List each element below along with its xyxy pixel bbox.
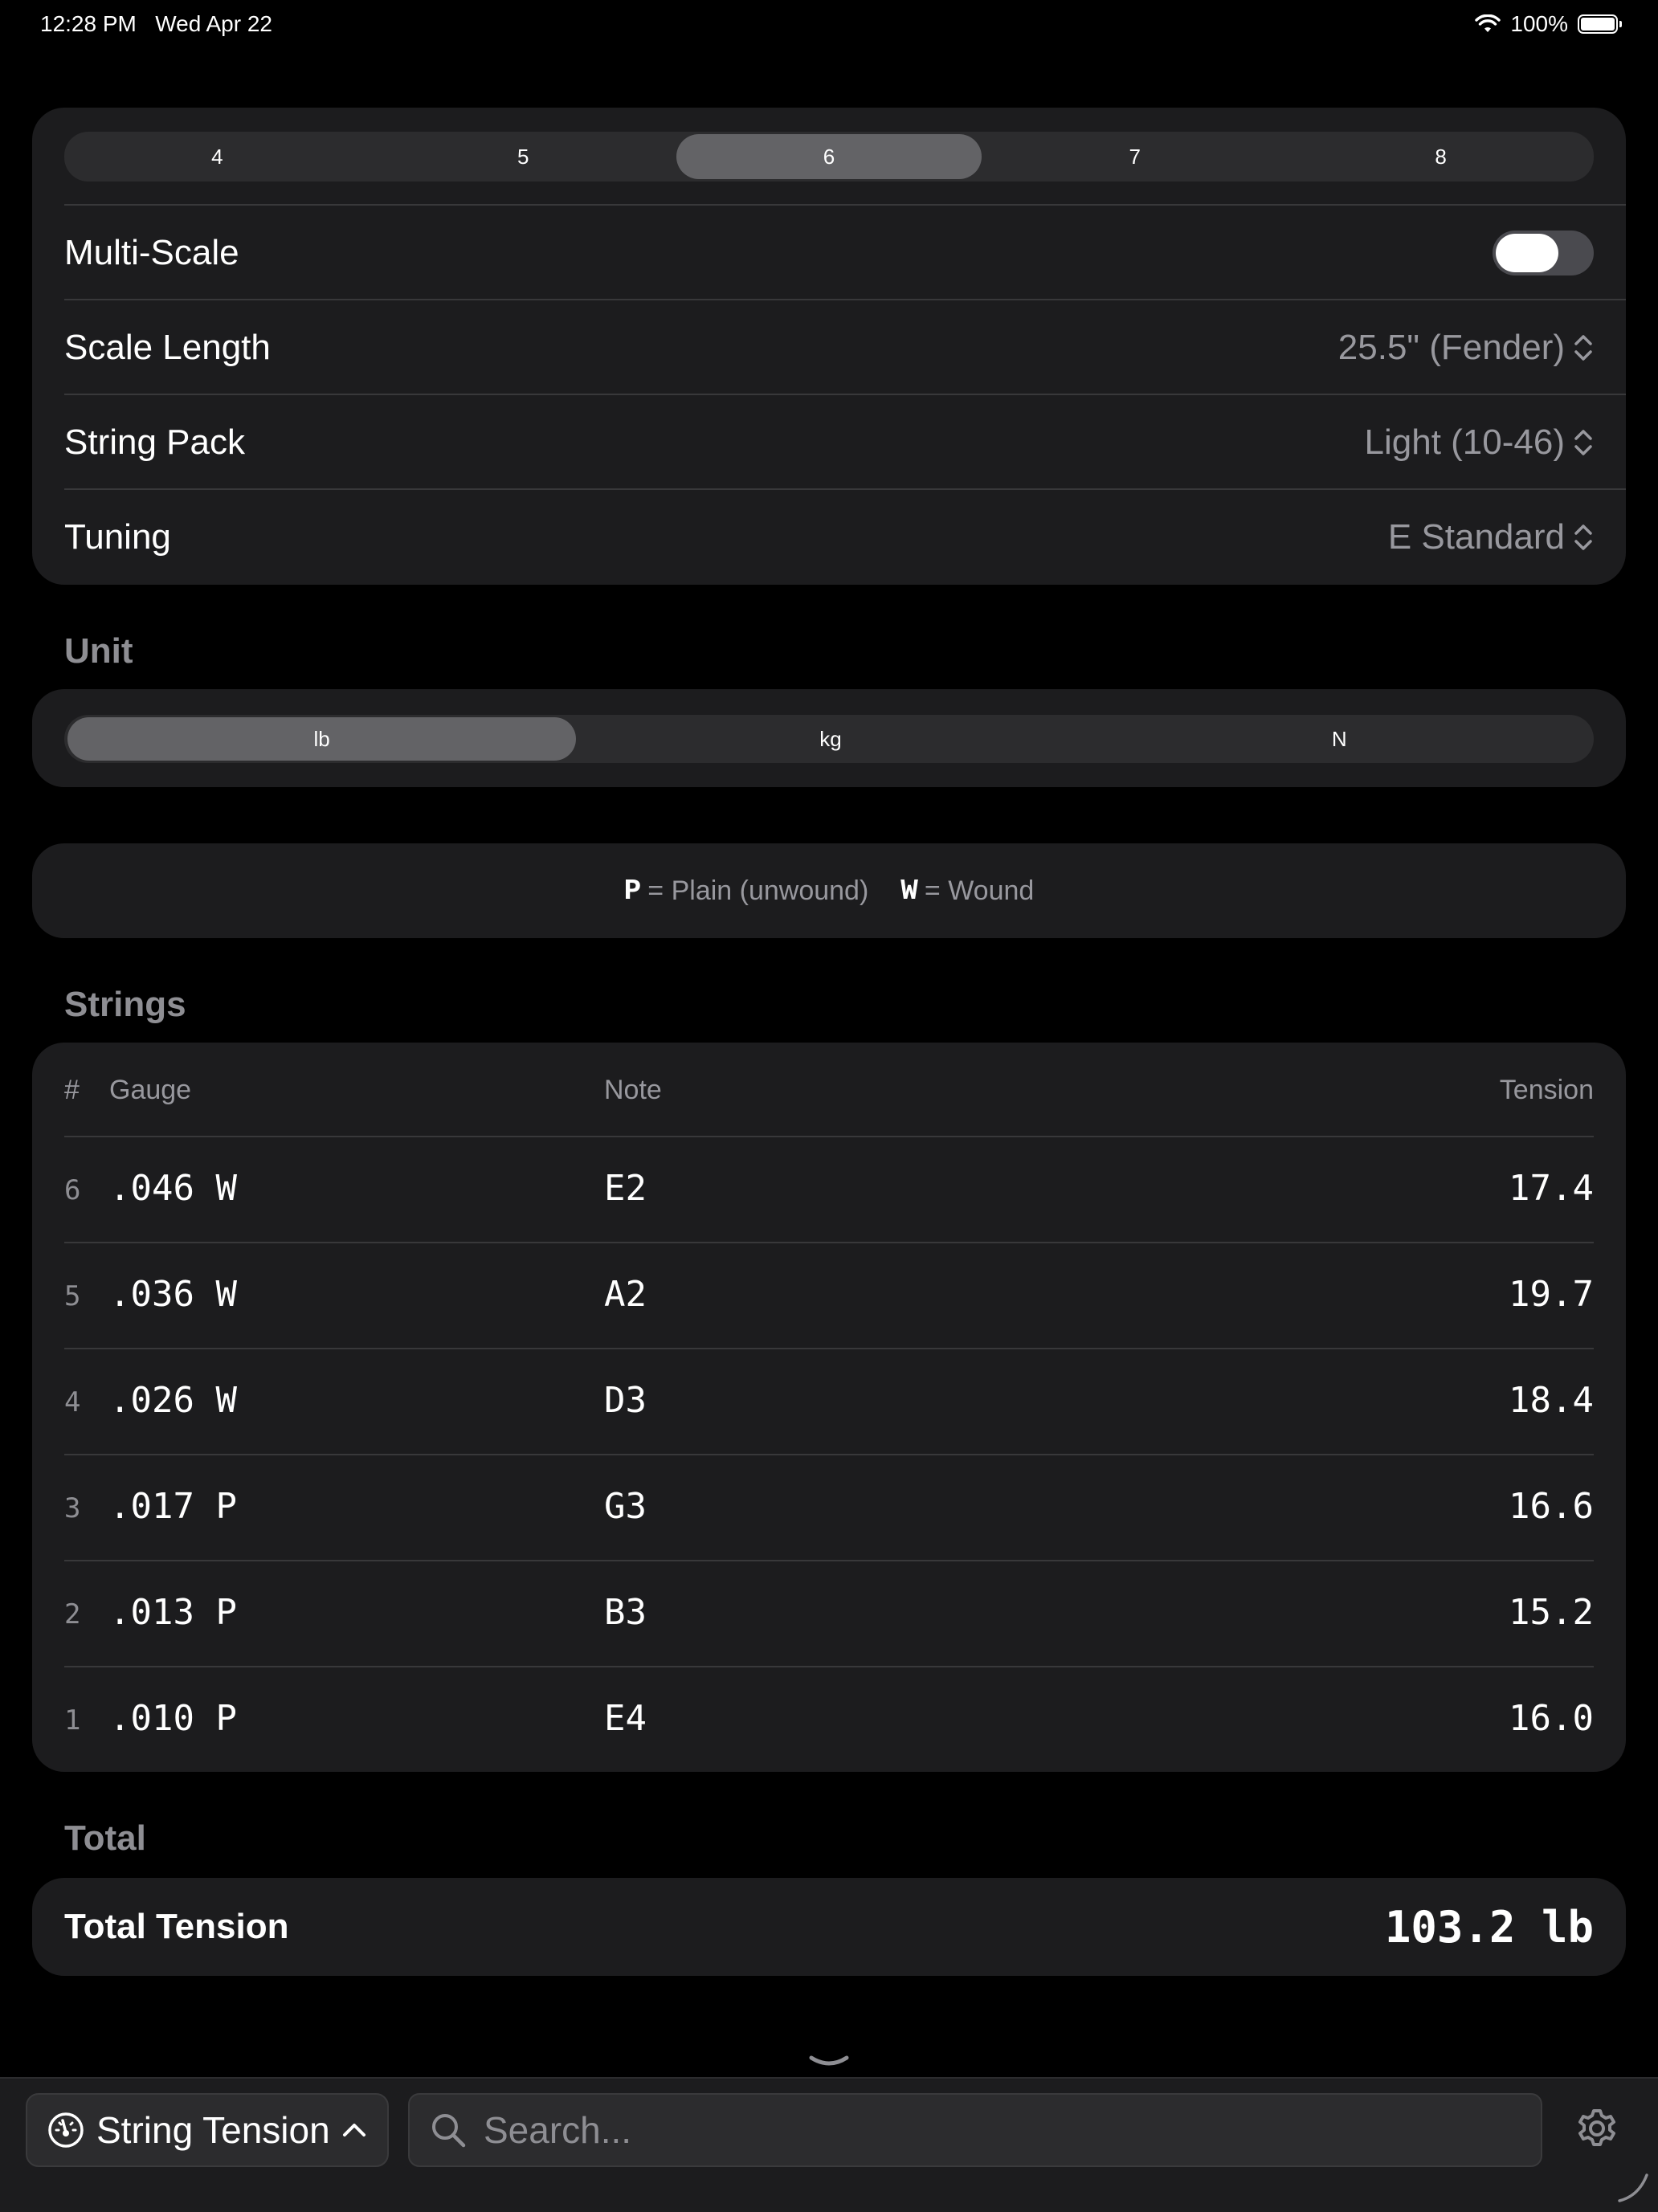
search-icon: [432, 2114, 466, 2148]
table-row[interactable]: 1 .010 P E4 16.0: [64, 1667, 1594, 1773]
legend-card: P = Plain (unwound) W = Wound: [32, 843, 1626, 938]
string-note: D3: [604, 1380, 647, 1421]
total-value: 103.2 lb: [1384, 1901, 1594, 1953]
multiscale-label: Multi-Scale: [64, 233, 239, 272]
string-count-option-6[interactable]: 6: [676, 134, 982, 179]
column-header-note: Note: [604, 1075, 662, 1105]
string-tension: 17.4: [1509, 1168, 1594, 1209]
string-number: 2: [64, 1598, 81, 1630]
column-header-gauge: Gauge: [109, 1075, 192, 1105]
status-time: 12:28 PM Wed Apr 22: [40, 11, 272, 37]
plain-text: = Plain (unwound): [647, 875, 869, 906]
total-card: Total Tension 103.2 lb: [32, 1878, 1626, 1976]
string-note: E2: [604, 1168, 647, 1209]
string-number: 3: [64, 1492, 81, 1524]
date: Wed Apr 22: [155, 11, 272, 36]
string-count-option-5[interactable]: 5: [370, 132, 676, 182]
chevron-up-icon: [342, 2124, 365, 2136]
table-row[interactable]: 4 .026 W D3 18.4: [64, 1349, 1594, 1455]
toggle-knob: [1496, 234, 1558, 272]
plain-key: P: [623, 874, 642, 908]
tuning-row[interactable]: Tuning E Standard: [64, 490, 1594, 585]
string-gauge: .046 W: [109, 1168, 237, 1209]
strings-card: # Gauge Note Tension 6 .046 W E2 17.4 5 …: [32, 1043, 1626, 1772]
tuning-label: Tuning: [64, 517, 171, 557]
unit-option-lb[interactable]: lb: [67, 717, 577, 761]
battery-icon: [1578, 14, 1622, 34]
clock: 12:28 PM: [40, 11, 137, 36]
string-pack-label: String Pack: [64, 422, 245, 462]
string-number: 6: [64, 1174, 81, 1206]
string-gauge: .010 P: [109, 1698, 237, 1739]
table-row[interactable]: 6 .046 W E2 17.4: [64, 1137, 1594, 1243]
total-row: Total Tension 103.2 lb: [64, 1879, 1594, 1974]
search-field[interactable]: [408, 2093, 1542, 2167]
tuning-value: E Standard: [1387, 517, 1565, 557]
legend: P = Plain (unwound) W = Wound: [32, 843, 1626, 938]
unit-header: Unit: [64, 631, 133, 671]
string-number: 1: [64, 1704, 81, 1737]
resize-handle-icon[interactable]: [1615, 2169, 1650, 2204]
string-tension: 18.4: [1509, 1380, 1594, 1421]
tool-label: String Tension: [96, 2109, 330, 2151]
table-row[interactable]: 2 .013 P B3 15.2: [64, 1561, 1594, 1667]
string-count-option-8[interactable]: 8: [1288, 132, 1594, 182]
gauge-icon: [48, 2112, 84, 2148]
string-note: A2: [604, 1274, 647, 1315]
string-gauge: .036 W: [109, 1274, 237, 1315]
total-label: Total Tension: [64, 1907, 289, 1946]
unit-card: lb kg N: [32, 689, 1626, 787]
strings-header: Strings: [64, 985, 186, 1024]
string-pack-value: Light (10-46): [1364, 422, 1565, 462]
string-count-option-4[interactable]: 4: [64, 132, 370, 182]
string-gauge: .013 P: [109, 1592, 237, 1633]
multiscale-row: Multi-Scale: [64, 206, 1594, 300]
battery-percent: 100%: [1510, 11, 1568, 36]
unit-option-n[interactable]: N: [1085, 715, 1594, 763]
string-count-selector: 4 5 6 7 8: [64, 132, 1594, 182]
string-pack-row[interactable]: String Pack Light (10-46): [64, 395, 1594, 490]
string-note: B3: [604, 1592, 647, 1633]
gear-icon[interactable]: [1574, 2106, 1619, 2151]
wifi-icon: [1475, 14, 1501, 32]
string-tension: 19.7: [1509, 1274, 1594, 1315]
string-gauge: .026 W: [109, 1380, 237, 1421]
tuning-picker[interactable]: E Standard: [1388, 517, 1594, 557]
unit-selector: lb kg N: [64, 715, 1594, 763]
status-bar: 12:28 PM Wed Apr 22 100%: [0, 0, 1658, 51]
chevron-down-icon[interactable]: [808, 2053, 850, 2069]
chevron-up-down-icon: [1574, 524, 1592, 550]
string-tension: 15.2: [1509, 1592, 1594, 1633]
table-row[interactable]: 3 .017 P G3 16.6: [64, 1455, 1594, 1561]
status-right: 100%: [1475, 11, 1622, 37]
tool-selector-button[interactable]: String Tension: [26, 2093, 389, 2167]
column-header-tension: Tension: [1499, 1075, 1594, 1105]
scale-length-label: Scale Length: [64, 328, 271, 367]
wound-key: W: [900, 874, 918, 908]
string-tension: 16.0: [1509, 1698, 1594, 1739]
table-row[interactable]: 5 .036 W A2 19.7: [64, 1243, 1594, 1349]
chevron-up-down-icon: [1574, 335, 1592, 361]
settings-card: 4 5 6 7 8 Multi-Scale Scale Length 25.5"…: [32, 108, 1626, 585]
string-tension: 16.6: [1509, 1486, 1594, 1527]
total-header: Total: [64, 1818, 146, 1858]
string-note: G3: [604, 1486, 647, 1527]
scale-length-row[interactable]: Scale Length 25.5" (Fender): [64, 300, 1594, 395]
wound-text: = Wound: [924, 875, 1035, 906]
string-note: E4: [604, 1698, 647, 1739]
chevron-up-down-icon: [1574, 430, 1592, 455]
string-gauge: .017 P: [109, 1486, 237, 1527]
search-input[interactable]: [482, 2108, 1449, 2153]
unit-option-kg[interactable]: kg: [576, 715, 1084, 763]
string-pack-picker[interactable]: Light (10-46): [1365, 422, 1594, 463]
scale-length-picker[interactable]: 25.5" (Fender): [1338, 328, 1594, 368]
column-header-num: #: [64, 1075, 80, 1105]
bottom-toolbar: String Tension: [0, 2077, 1658, 2212]
string-count-option-7[interactable]: 7: [982, 132, 1288, 182]
multiscale-toggle[interactable]: [1493, 231, 1594, 275]
scale-length-value: 25.5" (Fender): [1337, 328, 1565, 367]
string-number: 5: [64, 1280, 81, 1312]
string-number: 4: [64, 1386, 81, 1418]
